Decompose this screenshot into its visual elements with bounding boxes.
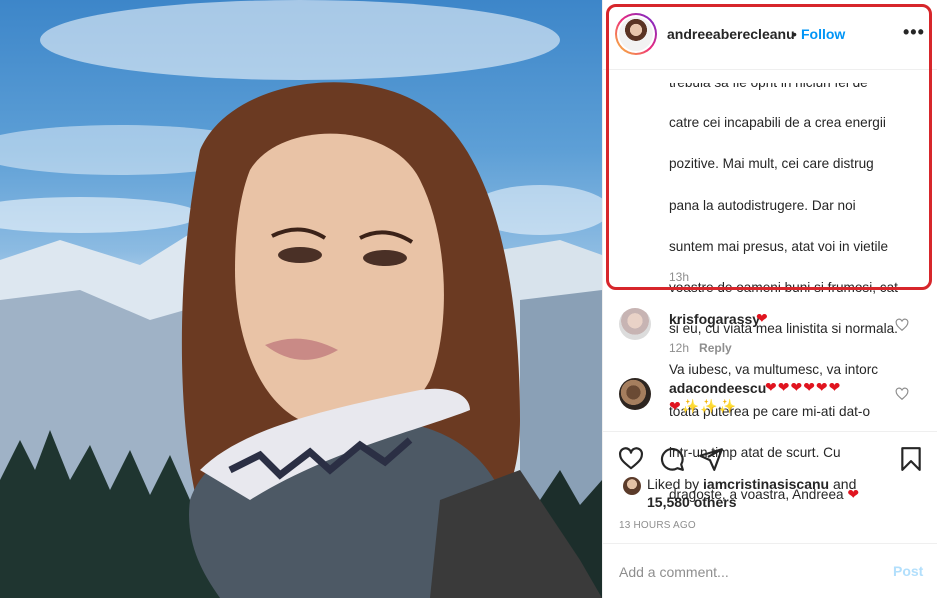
comment-heart-icon[interactable] — [895, 318, 909, 332]
caption-line: Va iubesc, va multumesc, va intorc — [669, 362, 879, 378]
caption-timestamp[interactable]: 13h — [669, 270, 689, 284]
comment-meta: 12h Reply — [669, 341, 732, 355]
liker-avatar[interactable] — [623, 477, 641, 495]
comment-heart-icon[interactable] — [895, 387, 909, 401]
heart-icon[interactable] — [618, 446, 644, 472]
liker-username[interactable]: iamcristinasiscanu — [703, 476, 829, 492]
commenter-avatar[interactable] — [619, 308, 651, 340]
photo-illustration — [0, 0, 602, 598]
caption-line: voastre de oameni buni si frumosi, cat — [669, 279, 898, 295]
post-header: andreeaberecleanu • Follow ••• — [603, 0, 937, 70]
comment-time[interactable]: 12h — [669, 341, 689, 355]
comment-text: ❤ — [756, 310, 769, 326]
post-photo[interactable] — [0, 0, 602, 598]
comment-icon[interactable] — [659, 446, 685, 472]
post-comment-button[interactable]: Post — [893, 563, 923, 579]
commenter-avatar[interactable] — [619, 378, 651, 410]
comment-text: ❤❤❤❤❤❤ — [765, 379, 842, 395]
post-timestamp[interactable]: 13 HOURS AGO — [619, 520, 696, 531]
caption-cut-line-text: trebuia sa fie oprit in niciun fel de — [669, 83, 868, 93]
caption-line: pozitive. Mai mult, cei care distrug — [669, 156, 874, 172]
likes-joiner: and — [829, 476, 857, 492]
share-icon[interactable] — [698, 446, 724, 472]
post-side-panel: andreeaberecleanu • Follow ••• trebuia s… — [602, 0, 937, 598]
likes-line: Liked by iamcristinasiscanu and — [647, 476, 856, 492]
caption-cut-line: trebuia sa fie oprit in niciun fel de — [669, 83, 931, 93]
reply-button[interactable]: Reply — [699, 341, 732, 355]
follow-button[interactable]: Follow — [801, 26, 845, 42]
more-icon[interactable]: ••• — [903, 22, 925, 43]
caption-line: suntem mai presus, atat voi in vietile — [669, 238, 889, 254]
header-separator: • — [792, 26, 797, 42]
add-comment-bar: Post — [603, 543, 937, 598]
comment-input[interactable] — [619, 561, 869, 583]
author-username[interactable]: andreeaberecleanu — [667, 26, 795, 42]
author-avatar[interactable] — [615, 13, 657, 55]
commenter-username[interactable]: krisfogarassy — [669, 311, 760, 327]
commenter-username[interactable]: adacondeescu — [669, 380, 766, 396]
caption-line: pana la autodistrugere. Dar noi — [669, 197, 856, 213]
caption-line: catre cei incapabili de a crea energii — [669, 115, 886, 131]
author-avatar-image — [619, 17, 653, 51]
post-action-bar — [603, 431, 937, 481]
likes-prefix: Liked by — [647, 476, 704, 492]
comment-text-continued: ❤✨✨✨ — [669, 398, 738, 414]
author-avatar-inner — [617, 15, 655, 53]
bookmark-icon[interactable] — [898, 446, 924, 472]
likes-count[interactable]: 15,580 others — [647, 494, 737, 510]
